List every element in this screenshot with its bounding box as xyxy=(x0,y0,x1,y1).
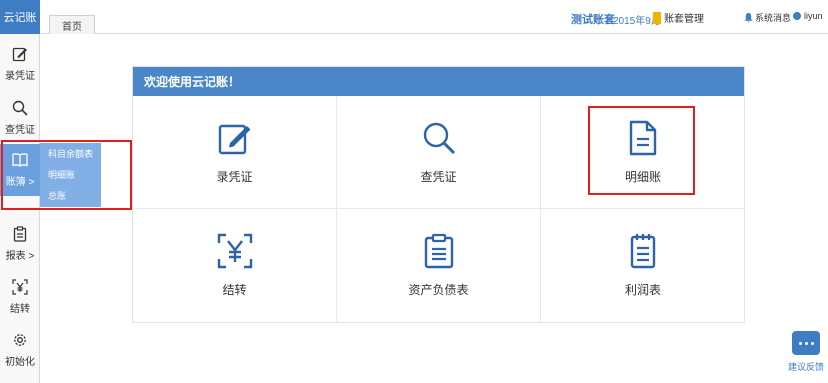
search-icon xyxy=(423,122,455,154)
yen-icon xyxy=(217,233,252,269)
set-book-label: 账套管理 xyxy=(664,14,704,25)
sidebar-item-reports[interactable]: 报表 > xyxy=(0,218,40,270)
sidebar-item-label: 初始化 xyxy=(5,357,35,368)
highlight-box-detail-ledger xyxy=(588,106,695,195)
panel-title: 欢迎使用云记账！ xyxy=(133,67,744,96)
bell-icon xyxy=(744,12,753,23)
user-menu[interactable]: liyun xyxy=(793,11,823,21)
tile-query-voucher[interactable]: 查凭证 xyxy=(337,96,541,209)
top-bar: 首页 测试账套 2015年9月 账套管理 系统消息 liyun xyxy=(40,0,828,34)
notebook-icon xyxy=(630,234,656,269)
highlight-box-submenu xyxy=(1,140,132,210)
edit-icon xyxy=(218,124,250,154)
sidebar-item-label: 报表 > xyxy=(5,251,35,262)
chat-icon xyxy=(792,331,820,355)
tile-carry-forward[interactable]: 结转 xyxy=(133,209,337,322)
clipboard-icon xyxy=(13,226,27,242)
system-message-label: 系统消息 xyxy=(755,13,792,23)
tile-label: 查凭证 xyxy=(420,169,457,184)
sidebar-item-enter-voucher[interactable]: 录凭证 xyxy=(0,38,40,90)
tab-home[interactable]: 首页 xyxy=(49,15,95,34)
set-book-link[interactable]: 账套管理 xyxy=(653,10,704,25)
feedback-button[interactable]: 建议反馈 xyxy=(784,331,828,381)
user-icon xyxy=(793,12,801,20)
sidebar-item-carry-forward[interactable]: 结转 xyxy=(0,271,40,323)
sidebar-item-label: 查凭证 xyxy=(5,125,35,136)
search-icon xyxy=(12,100,28,116)
tile-income-statement[interactable]: 利润表 xyxy=(541,209,745,322)
system-message-link[interactable]: 系统消息 xyxy=(744,11,791,24)
tile-enter-voucher[interactable]: 录凭证 xyxy=(133,96,337,209)
edit-icon xyxy=(12,47,27,62)
clipboard-icon xyxy=(424,233,453,269)
tile-label: 录凭证 xyxy=(216,169,253,184)
tile-balance-sheet[interactable]: 资产负债表 xyxy=(337,209,541,322)
feedback-label: 建议反馈 xyxy=(787,362,824,372)
sidebar-item-query-voucher[interactable]: 查凭证 xyxy=(0,92,40,144)
sidebar-item-label: 结转 xyxy=(10,304,30,315)
sidebar-item-initialize[interactable]: 初始化 xyxy=(0,324,40,376)
tile-label: 利润表 xyxy=(624,283,661,297)
user-name: liyun xyxy=(804,11,823,21)
gear-icon xyxy=(14,334,26,346)
tile-label: 资产负债表 xyxy=(408,283,469,297)
account-name: 测试账套 xyxy=(571,14,615,26)
book-icon xyxy=(653,11,661,24)
tile-label: 结转 xyxy=(222,283,247,297)
app-logo: 云记账 xyxy=(0,0,40,34)
sidebar-item-label: 录凭证 xyxy=(5,71,35,82)
yen-icon xyxy=(12,279,28,295)
